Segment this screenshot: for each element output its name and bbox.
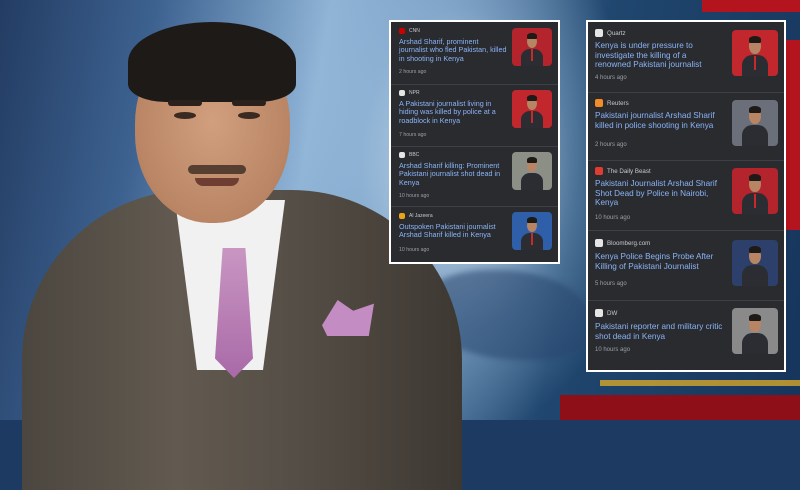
background-gold-stripe xyxy=(600,380,800,386)
eyebrow xyxy=(232,100,266,106)
headline-link[interactable]: Outspoken Pakistani journalist Arshad Sh… xyxy=(399,222,507,240)
eye xyxy=(174,112,196,119)
timestamp: 10 hours ago xyxy=(595,215,631,221)
source-name: NPR xyxy=(409,90,420,96)
source-row: CNN xyxy=(399,28,420,34)
news-panel-right: Quartz Kenya is under pressure to invest… xyxy=(586,20,786,372)
thumbnail[interactable] xyxy=(732,240,778,286)
bbc-logo-icon xyxy=(399,152,405,158)
thumbnail[interactable] xyxy=(512,28,552,66)
eye xyxy=(238,112,260,119)
headline-link[interactable]: Arshad Sharif, prominent journalist who … xyxy=(399,37,507,63)
dw-logo-icon xyxy=(595,309,603,317)
news-item[interactable]: Bloomberg.com Kenya Police Begins Probe … xyxy=(588,230,784,301)
al-jazeera-logo-icon xyxy=(399,213,405,219)
timestamp: 7 hours ago xyxy=(399,132,427,138)
source-name: Reuters xyxy=(607,99,629,107)
eyebrow xyxy=(168,100,202,106)
npr-logo-icon xyxy=(399,90,405,96)
source-name: Al Jazeera xyxy=(409,213,433,219)
thumbnail[interactable] xyxy=(732,168,778,214)
headline-link[interactable]: Kenya is under pressure to investigate t… xyxy=(595,41,723,70)
quartz-logo-icon xyxy=(595,29,603,37)
headline-link[interactable]: Pakistani reporter and military critic s… xyxy=(595,322,723,341)
source-row: Reuters xyxy=(595,99,629,107)
news-item[interactable]: The Daily Beast Pakistani Journalist Ars… xyxy=(588,160,784,231)
source-row: BBC xyxy=(399,152,419,158)
background-red-strip xyxy=(702,0,800,12)
timestamp: 5 hours ago xyxy=(595,281,627,287)
news-item[interactable]: BBC Arshad Sharif killing: Prominent Pak… xyxy=(391,146,558,207)
daily-beast-logo-icon xyxy=(595,167,603,175)
cnn-logo-icon xyxy=(399,28,405,34)
headline-link[interactable]: Pakistani journalist Arshad Sharif kille… xyxy=(595,111,723,130)
source-row: Bloomberg.com xyxy=(595,239,650,247)
thumbnail[interactable] xyxy=(512,90,552,128)
source-row: Quartz xyxy=(595,29,626,37)
timestamp: 2 hours ago xyxy=(399,69,427,75)
mouth xyxy=(195,178,239,186)
headline-link[interactable]: Kenya Police Begins Probe After Killing … xyxy=(595,252,723,271)
news-panel-left: CNN Arshad Sharif, prominent journalist … xyxy=(389,20,560,264)
headline-link[interactable]: Arshad Sharif killing: Prominent Pakista… xyxy=(399,161,507,187)
source-row: Al Jazeera xyxy=(399,213,433,219)
thumbnail[interactable] xyxy=(732,30,778,76)
timestamp: 10 hours ago xyxy=(399,193,430,199)
thumbnail[interactable] xyxy=(512,212,552,250)
source-row: DW xyxy=(595,309,617,317)
source-name: CNN xyxy=(409,28,420,34)
source-name: Bloomberg.com xyxy=(607,239,651,247)
timestamp: 10 hours ago xyxy=(595,347,631,353)
timestamp: 10 hours ago xyxy=(399,247,430,253)
mustache xyxy=(188,165,246,174)
source-row: The Daily Beast xyxy=(595,167,651,175)
reuters-logo-icon xyxy=(595,99,603,107)
news-item[interactable]: Quartz Kenya is under pressure to invest… xyxy=(588,22,784,93)
hair xyxy=(128,22,296,102)
headline-link[interactable]: Pakistani Journalist Arshad Sharif Shot … xyxy=(595,179,723,208)
thumbnail[interactable] xyxy=(732,308,778,354)
news-item[interactable]: CNN Arshad Sharif, prominent journalist … xyxy=(391,22,558,85)
timestamp: 2 hours ago xyxy=(595,142,627,148)
news-item[interactable]: NPR A Pakistani journalist living in hid… xyxy=(391,84,558,147)
thumbnail[interactable] xyxy=(732,100,778,146)
source-name: DW xyxy=(607,309,618,317)
source-name: The Daily Beast xyxy=(607,167,651,175)
background-red-strip xyxy=(784,40,800,230)
source-name: BBC xyxy=(409,152,420,158)
news-item[interactable]: Al Jazeera Outspoken Pakistani journalis… xyxy=(391,206,558,262)
bloomberg-logo-icon xyxy=(595,239,603,247)
source-row: NPR xyxy=(399,90,420,96)
thumbnail[interactable] xyxy=(512,152,552,190)
news-item[interactable]: Reuters Pakistani journalist Arshad Shar… xyxy=(588,92,784,161)
source-name: Quartz xyxy=(607,29,626,37)
timestamp: 4 hours ago xyxy=(595,75,627,81)
headline-link[interactable]: A Pakistani journalist living in hiding … xyxy=(399,99,507,125)
background-red-strip xyxy=(560,395,800,420)
news-item[interactable]: DW Pakistani reporter and military criti… xyxy=(588,300,784,370)
